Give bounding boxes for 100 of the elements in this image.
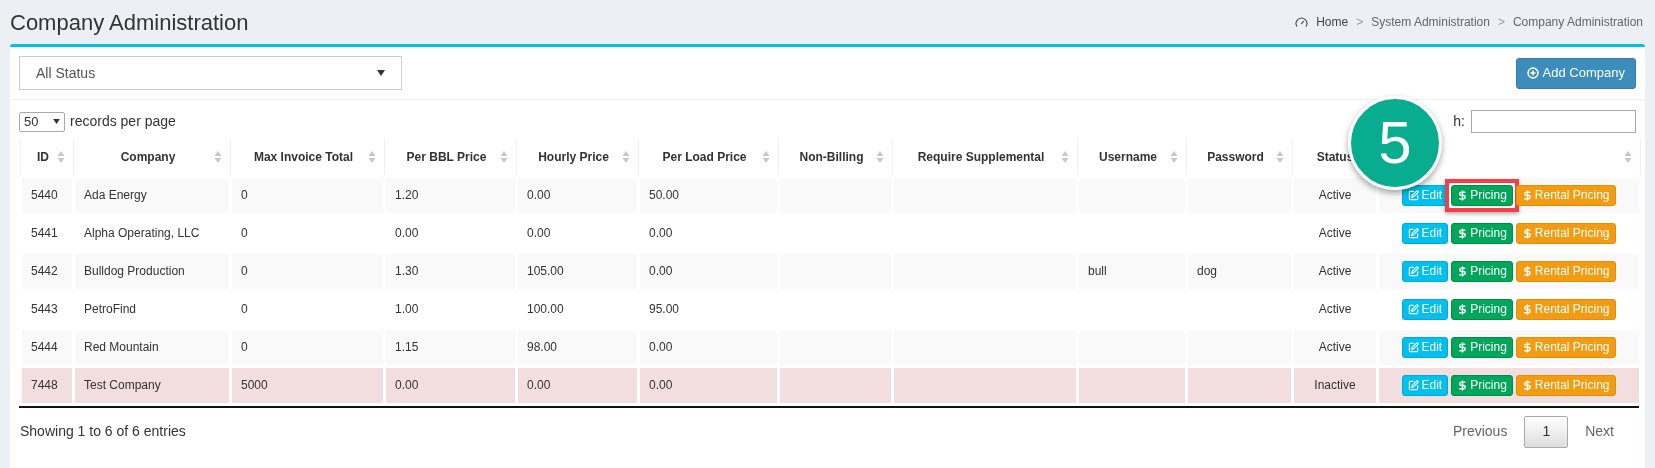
table-cell: Active: [1318, 340, 1352, 354]
table-cell: PetroFind: [84, 302, 137, 316]
sort-icon: [1276, 149, 1284, 164]
column-header[interactable]: Company: [120, 149, 176, 164]
dollar-icon: [1457, 265, 1469, 277]
dollar-icon: [1457, 341, 1469, 353]
table-cell: 1.30: [395, 264, 419, 278]
table-cell: 0.00: [395, 378, 419, 392]
table-cell: Bulldog Production: [84, 264, 185, 278]
sort-icon: [214, 149, 222, 164]
table-cell: Active: [1318, 302, 1352, 316]
pricing-button[interactable]: Pricing: [1451, 298, 1513, 320]
edit-icon: [1408, 303, 1420, 315]
table-cell: 5442: [31, 264, 58, 278]
table-cell: 0.00: [649, 226, 673, 240]
pricing-button[interactable]: Pricing: [1451, 374, 1513, 396]
table-cell: Red Mountain: [84, 340, 159, 354]
pricing-button[interactable]: Pricing: [1451, 184, 1513, 206]
table-cell: Active: [1318, 188, 1352, 202]
plus-icon: [1526, 67, 1539, 79]
table-cell: Alpha Operating, LLC: [84, 226, 200, 240]
page-length-select[interactable]: 50: [19, 111, 65, 132]
table-cell: 0.00: [395, 226, 419, 240]
pricing-button[interactable]: Pricing: [1451, 336, 1513, 358]
table-cell: 0: [241, 340, 248, 354]
table-cell: 50.00: [649, 188, 680, 202]
dollar-icon: [1521, 265, 1533, 277]
page-length-label: records per page: [70, 112, 176, 131]
table-cell: 5000: [241, 378, 268, 392]
table-cell: Test Company: [84, 378, 161, 392]
table-cell: 0.00: [527, 378, 551, 392]
page-button[interactable]: 1: [1524, 415, 1569, 448]
table-cell: 5443: [31, 302, 58, 316]
table-cell: 0.00: [649, 340, 673, 354]
edit-icon: [1408, 189, 1420, 201]
breadcrumb-link[interactable]: Home: [1316, 13, 1349, 31]
search-field[interactable]: [1471, 110, 1636, 133]
column-header[interactable]: Non-Billing: [799, 149, 864, 164]
add-company-button[interactable]: Add Company: [1515, 57, 1636, 89]
status-select[interactable]: All Status: [19, 56, 402, 90]
column-header[interactable]: Password: [1207, 149, 1264, 164]
sort-icon: [622, 149, 630, 164]
dashboard-icon: [1295, 15, 1309, 29]
table-cell: 0.00: [649, 378, 673, 392]
edit-icon: [1408, 341, 1420, 353]
dollar-icon: [1457, 189, 1469, 201]
table-cell: Inactive: [1314, 378, 1356, 392]
sort-icon: [1624, 149, 1632, 164]
search-label: h:: [1453, 112, 1465, 131]
sort-icon: [1170, 149, 1178, 164]
breadcrumb-link[interactable]: System Administration: [1371, 13, 1490, 31]
table-cell: 7448: [31, 378, 58, 392]
column-header[interactable]: Max Invoice Total: [253, 149, 354, 164]
dollar-icon: [1457, 379, 1469, 391]
table-cell: 98.00: [527, 340, 558, 354]
edit-icon: [1408, 379, 1420, 391]
table-cell: 0.00: [527, 226, 551, 240]
table-cell: 100.00: [527, 302, 564, 316]
column-header[interactable]: Per Load Price: [662, 149, 747, 164]
table-cell: 95.00: [649, 302, 680, 316]
table-cell: 5440: [31, 188, 58, 202]
table-cell: bull: [1088, 264, 1107, 278]
pricing-button[interactable]: Pricing: [1451, 260, 1513, 282]
table-cell: 5441: [31, 226, 58, 240]
dollar-icon: [1521, 227, 1533, 239]
column-header[interactable]: Username: [1099, 149, 1157, 164]
table-cell: 0: [241, 226, 248, 240]
sort-icon: [1061, 149, 1069, 164]
table-cell: Active: [1318, 264, 1352, 278]
column-header[interactable]: Hourly Price: [538, 149, 609, 164]
table-cell: 105.00: [527, 264, 564, 278]
sort-icon: [876, 149, 884, 164]
edit-icon: [1408, 227, 1420, 239]
table-cell: dog: [1197, 264, 1218, 278]
dollar-icon: [1521, 379, 1533, 391]
sort-icon: [368, 149, 376, 164]
table-cell: 1.15: [395, 340, 419, 354]
breadcrumb-separator: >: [1356, 14, 1364, 31]
caret-icon: [377, 70, 385, 76]
table-cell: 1.20: [395, 188, 419, 202]
column-header[interactable]: Require Supplemental: [917, 149, 1045, 164]
table-cell: 0.00: [527, 188, 551, 202]
table-cell: 0: [241, 264, 248, 278]
entries-info: Showing 1 to 6 of 6 entries: [19, 422, 186, 441]
sort-icon: [57, 149, 65, 164]
table-cell: 5444: [31, 340, 58, 354]
breadcrumb-separator: >: [1497, 14, 1505, 31]
pricing-button[interactable]: Pricing: [1451, 222, 1513, 244]
edit-icon: [1408, 265, 1420, 277]
page-button[interactable]: Next: [1568, 415, 1631, 448]
table-cell: 0: [241, 302, 248, 316]
dollar-icon: [1521, 303, 1533, 315]
column-header[interactable]: ID: [37, 149, 49, 164]
table-cell: 0.00: [649, 264, 673, 278]
page-button[interactable]: Previous: [1435, 415, 1525, 448]
dollar-icon: [1521, 189, 1533, 201]
table-cell: Active: [1318, 226, 1352, 240]
column-header[interactable]: Per BBL Price: [406, 149, 487, 164]
breadcrumb-link[interactable]: Company Administration: [1512, 13, 1643, 31]
sort-icon: [762, 149, 770, 164]
